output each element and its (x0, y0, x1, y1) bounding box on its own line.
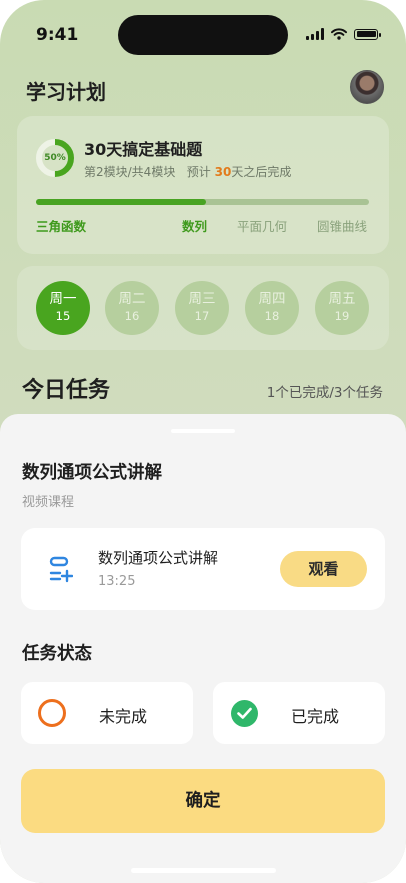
plan-title: 30天搞定基础题 (84, 140, 203, 159)
sheet-title: 数列通项公式讲解 (22, 463, 162, 483)
progress-percent: 50% (44, 153, 66, 163)
list-add-icon (49, 556, 73, 583)
dynamic-island (118, 15, 288, 55)
week-selector: 周一 15 周二 16 周三 17 周四 18 周五 19 (17, 266, 389, 350)
wifi-icon (331, 28, 347, 40)
lesson-card[interactable]: 数列通项公式讲解 13:25 观看 (21, 528, 385, 610)
day-name: 周二 (118, 291, 146, 307)
task-bottom-sheet: 数列通项公式讲解 视频课程 数列通项公式讲解 13:25 观看 任务状态 未完成… (0, 414, 406, 883)
topic-sequence[interactable]: 数列 (182, 216, 207, 235)
day-name: 周五 (328, 291, 356, 307)
topic-plane-geometry[interactable]: 平面几何 (237, 216, 287, 235)
task-status-title: 任务状态 (22, 644, 92, 664)
status-option-label: 已完成 (291, 707, 340, 726)
home-indicator (131, 868, 276, 873)
status-option-label: 未完成 (99, 707, 148, 726)
status-icons (306, 28, 381, 40)
day-date: 17 (194, 309, 210, 323)
topic-trigonometric[interactable]: 三角函数 (36, 216, 86, 235)
plan-meta: 第2模块/共4模块 预计 30天之后完成 (84, 163, 291, 180)
check-circle-icon (231, 700, 258, 727)
lesson-name: 数列通项公式讲解 (98, 549, 219, 567)
sheet-drag-handle[interactable] (171, 429, 235, 433)
day-friday[interactable]: 周五 19 (315, 281, 369, 335)
day-wednesday[interactable]: 周三 17 (175, 281, 229, 335)
status-option-incomplete[interactable]: 未完成 (21, 682, 193, 744)
module-progress: 第2模块/共4模块 (84, 165, 176, 179)
day-name: 周四 (258, 291, 286, 307)
circle-outline-icon (38, 699, 66, 727)
estimate-suffix: 天之后完成 (231, 165, 292, 179)
status-option-complete[interactable]: 已完成 (213, 682, 385, 744)
battery-icon (354, 28, 381, 40)
estimate-prefix: 预计 (186, 165, 211, 179)
day-thursday[interactable]: 周四 18 (245, 281, 299, 335)
topic-conic-sections[interactable]: 圆锥曲线 (317, 216, 367, 235)
phone-screen: 9:41 学习计划 50% 30天搞定基础题 第2模块/共4模块 预计 30天之… (0, 0, 406, 883)
day-name: 周一 (49, 291, 77, 307)
day-name: 周三 (188, 291, 216, 307)
page-title: 学习计划 (26, 80, 106, 104)
estimate-days: 30 (214, 165, 232, 179)
avatar[interactable] (350, 70, 384, 104)
today-tasks-title: 今日任务 (22, 378, 111, 403)
today-tasks-count: 1个已完成/3个任务 (266, 385, 383, 401)
day-date: 15 (55, 309, 71, 323)
day-tuesday[interactable]: 周二 16 (105, 281, 159, 335)
module-progress-bar (36, 199, 369, 205)
watch-button[interactable]: 观看 (280, 551, 367, 587)
status-time: 9:41 (36, 25, 79, 45)
module-progress-fill (36, 199, 206, 205)
cellular-signal-icon (306, 28, 324, 40)
plan-card[interactable]: 50% 30天搞定基础题 第2模块/共4模块 预计 30天之后完成 三角函数 数… (17, 116, 389, 254)
day-date: 19 (334, 309, 350, 323)
sheet-subtitle: 视频课程 (22, 495, 75, 510)
confirm-button[interactable]: 确定 (21, 769, 385, 833)
day-monday[interactable]: 周一 15 (36, 281, 90, 335)
lesson-duration: 13:25 (98, 574, 136, 589)
day-date: 18 (264, 309, 280, 323)
day-date: 16 (124, 309, 140, 323)
